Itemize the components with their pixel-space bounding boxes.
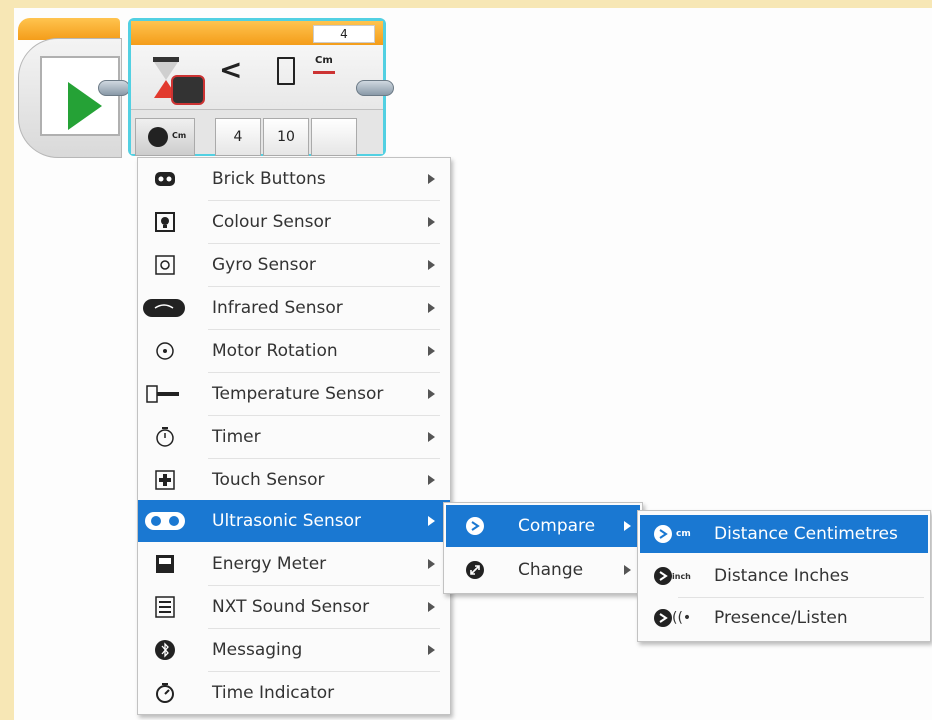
wait-block-cap: 4	[131, 21, 383, 45]
submenu-arrow-icon	[428, 174, 435, 184]
submenu-arrow-icon	[428, 260, 435, 270]
submenu-arrow-icon	[428, 389, 435, 399]
distance-arrow-icon	[313, 71, 335, 74]
unit-label: Cm	[315, 55, 333, 66]
brick-buttons-icon	[148, 164, 182, 194]
wait-header-field[interactable]: 4	[313, 25, 375, 43]
menu-item-label: Energy Meter	[212, 554, 327, 574]
threshold-box-icon	[277, 57, 295, 85]
menu-item-label: Ultrasonic Sensor	[212, 511, 362, 531]
colour-sensor-icon	[148, 207, 182, 237]
start-block-cap	[18, 18, 120, 40]
menu-item-brick-buttons[interactable]: Brick Buttons	[138, 158, 450, 200]
unit-label: inch	[672, 571, 691, 581]
menu-item-nxt-sound-sensor[interactable]: NXT Sound Sensor	[138, 586, 450, 628]
menu-item-temperature-sensor[interactable]: Temperature Sensor	[138, 373, 450, 415]
menu-item-label: Timer	[212, 427, 261, 447]
submenu-arrow-icon	[428, 602, 435, 612]
nxt-sound-sensor-icon	[148, 592, 182, 622]
menu-item-infrared-sensor[interactable]: Infrared Sensor	[138, 287, 450, 329]
touch-sensor-icon	[148, 465, 182, 495]
gyro-sensor-icon	[148, 250, 182, 280]
menu-item-label: Time Indicator	[212, 683, 335, 703]
menu-item-change[interactable]: Change	[446, 549, 640, 591]
submenu-arrow-icon	[624, 565, 631, 575]
play-icon[interactable]	[68, 82, 102, 130]
time-indicator-icon	[148, 678, 182, 708]
menu-separator	[678, 597, 924, 598]
submenu-arrow-icon	[428, 432, 435, 442]
menu-item-presence-listen[interactable]: ((• Presence/Listen	[640, 599, 928, 637]
submenu-arrow-icon	[428, 516, 435, 526]
wait-block[interactable]: 4 < Cm Cm 4 10	[128, 18, 386, 156]
menu-item-energy-meter[interactable]: Energy Meter	[138, 543, 450, 585]
menu-item-distance-centimetres[interactable]: cm Distance Centimetres	[640, 515, 928, 553]
menu-item-label: Gyro Sensor	[212, 255, 316, 275]
menu-item-ultrasonic-sensor[interactable]: Ultrasonic Sensor	[138, 500, 450, 542]
mode-selector-button[interactable]: Cm	[135, 118, 195, 156]
window-frame-top	[0, 0, 932, 8]
compare-icon	[458, 511, 492, 541]
menu-item-distance-inches[interactable]: inch Distance Inches	[640, 557, 928, 595]
energy-meter-icon	[148, 549, 182, 579]
submenu-arrow-icon	[428, 217, 435, 227]
menu-item-label: Compare	[518, 516, 596, 536]
menu-item-colour-sensor[interactable]: Colour Sensor	[138, 201, 450, 243]
menu-item-label: Colour Sensor	[212, 212, 331, 232]
compare-submenu: cm Distance Centimetres inch Distance In…	[637, 510, 931, 642]
unit-label: ((•	[672, 610, 692, 626]
menu-item-label: Brick Buttons	[212, 169, 326, 189]
infrared-sensor-icon	[142, 293, 186, 323]
motor-rotation-icon	[148, 336, 182, 366]
menu-item-compare[interactable]: Compare	[446, 505, 640, 547]
menu-item-label: Motor Rotation	[212, 341, 338, 361]
menu-item-label: Distance Inches	[714, 566, 849, 586]
sequence-connector[interactable]	[98, 80, 130, 96]
ultrasonic-submenu: Compare Change	[443, 502, 643, 594]
timer-icon	[148, 422, 182, 452]
menu-item-label: Messaging	[212, 640, 303, 660]
submenu-arrow-icon	[428, 303, 435, 313]
temperature-sensor-icon	[144, 379, 184, 409]
unit-label: cm	[676, 529, 691, 539]
menu-item-label: Distance Centimetres	[714, 524, 898, 544]
menu-item-label: NXT Sound Sensor	[212, 597, 370, 617]
submenu-arrow-icon	[428, 346, 435, 356]
window-frame-left	[0, 0, 14, 720]
sensor-menu: Brick Buttons Colour Sensor Gyro Sensor …	[137, 157, 451, 715]
menu-item-timer[interactable]: Timer	[138, 416, 450, 458]
submenu-arrow-icon	[428, 645, 435, 655]
menu-item-label: Temperature Sensor	[212, 384, 384, 404]
menu-item-messaging[interactable]: Messaging	[138, 629, 450, 671]
menu-item-motor-rotation[interactable]: Motor Rotation	[138, 330, 450, 372]
bluetooth-icon	[148, 635, 182, 665]
sequence-connector-out[interactable]	[356, 80, 394, 96]
submenu-arrow-icon	[428, 475, 435, 485]
distance-cm-icon	[646, 519, 680, 549]
menu-item-label: Infrared Sensor	[212, 298, 343, 318]
menu-item-label: Change	[518, 560, 584, 580]
threshold-value-input[interactable]: 10	[263, 118, 309, 156]
menu-item-time-indicator[interactable]: Time Indicator	[138, 672, 450, 714]
output-plug[interactable]	[311, 118, 357, 156]
menu-item-label: Presence/Listen	[714, 608, 848, 628]
menu-item-label: Touch Sensor	[212, 470, 325, 490]
ultrasonic-mode-icon	[148, 127, 168, 147]
compare-sign: <	[219, 53, 243, 86]
submenu-arrow-icon	[428, 559, 435, 569]
submenu-arrow-icon	[624, 521, 631, 531]
wait-plug-row: Cm 4 10	[131, 109, 383, 156]
change-icon	[458, 555, 492, 585]
mode-unit-label: Cm	[172, 131, 187, 140]
compare-type-input[interactable]: 4	[215, 118, 261, 156]
menu-item-gyro-sensor[interactable]: Gyro Sensor	[138, 244, 450, 286]
menu-item-touch-sensor[interactable]: Touch Sensor	[138, 459, 450, 501]
ultrasonic-sensor-icon	[144, 506, 186, 536]
ultrasonic-sensor-icon	[171, 75, 205, 105]
